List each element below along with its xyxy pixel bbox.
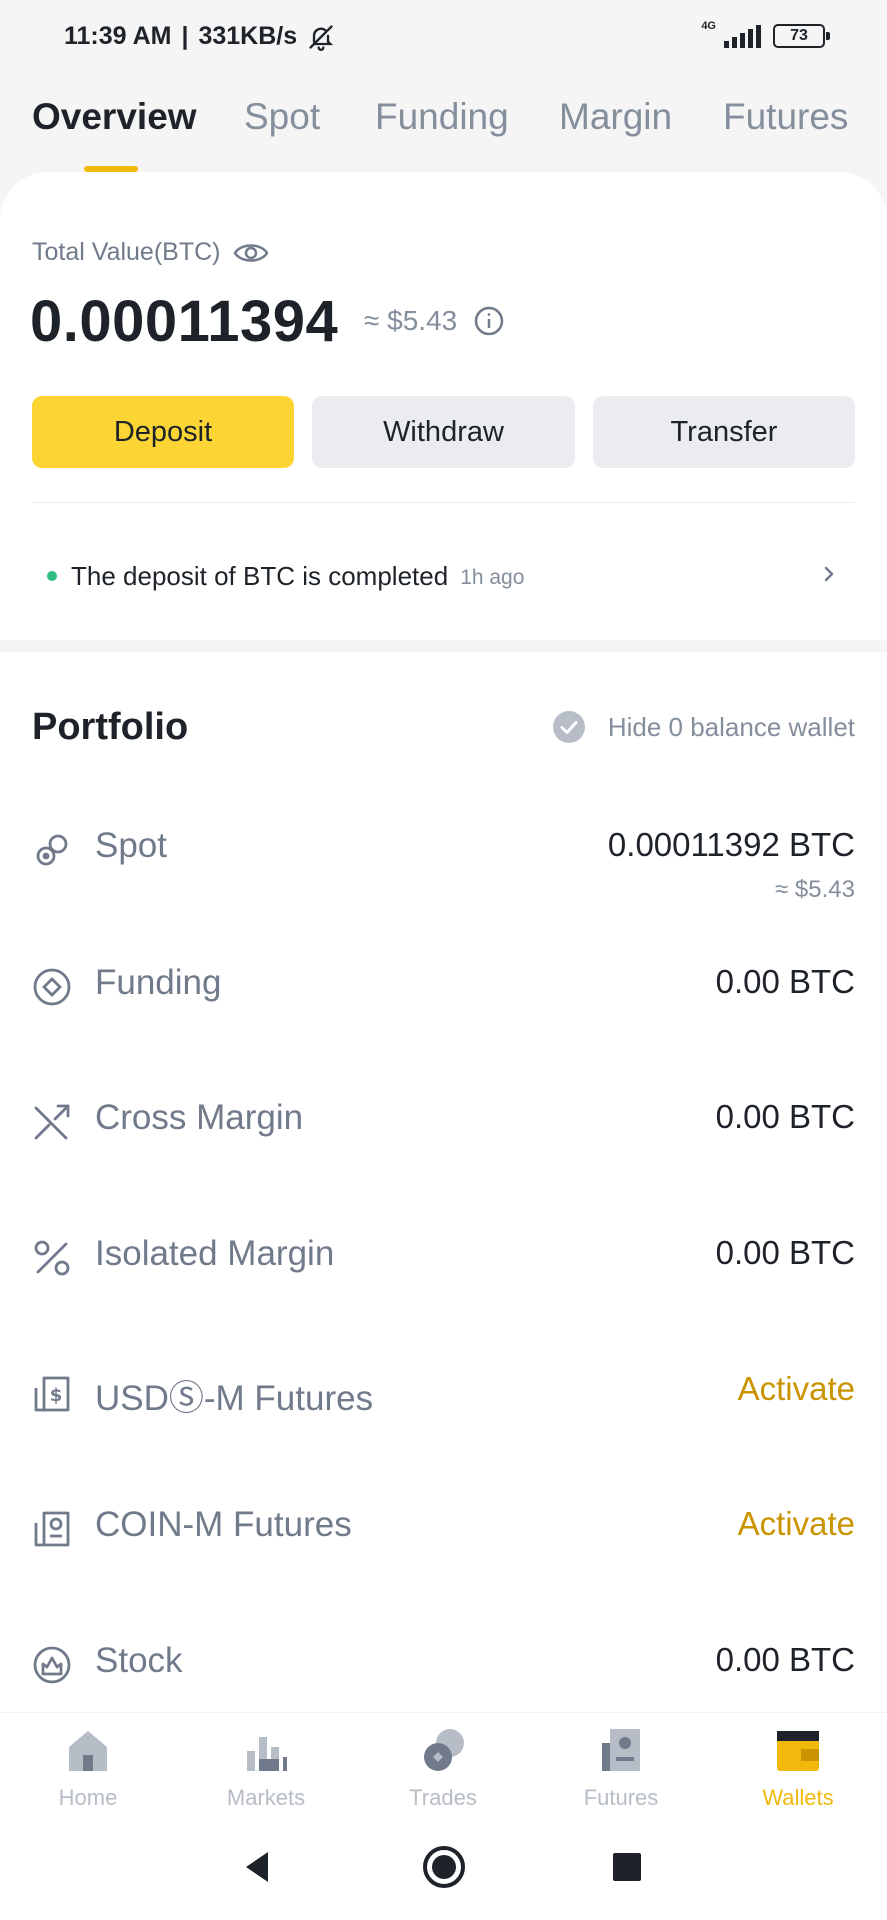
activate-usds-futures-link[interactable]: Activate xyxy=(738,1370,855,1408)
system-navigation xyxy=(0,1816,887,1920)
status-bar: 11:39 AM | 331KB/s 4G 73 xyxy=(0,0,887,80)
wallet-icon xyxy=(777,1731,819,1771)
notice-text: The deposit of BTC is completed xyxy=(71,560,449,591)
withdraw-button[interactable]: Withdraw xyxy=(312,396,575,468)
usds-futures-icon: $ xyxy=(34,1376,70,1412)
cross-margin-icon xyxy=(34,1104,70,1140)
transfer-button[interactable]: Transfer xyxy=(593,396,855,468)
portfolio-row-spot[interactable]: Spot 0.00011392 BTC ≈ $5.43 xyxy=(32,818,855,903)
total-value-usd: ≈ $5.43 xyxy=(364,305,505,337)
notice-time: 1h ago xyxy=(460,566,525,589)
status-left: 11:39 AM | 331KB/s xyxy=(64,22,335,51)
status-dot xyxy=(47,571,57,581)
portfolio-row-usds-futures[interactable]: $ USDⓈ-M Futures Activate xyxy=(32,1362,855,1422)
nav-home[interactable]: Home xyxy=(18,1723,158,1811)
portfolio-title: Portfolio xyxy=(32,706,189,748)
tab-margin[interactable]: Margin xyxy=(559,96,672,138)
svg-text:$: $ xyxy=(50,1385,63,1406)
home-icon xyxy=(69,1731,107,1771)
bell-off-icon xyxy=(309,24,334,51)
recents-icon[interactable] xyxy=(604,1844,650,1890)
divider xyxy=(32,502,855,503)
status-time: 11:39 AM xyxy=(64,22,172,50)
signal-icon xyxy=(724,24,761,48)
tab-futures[interactable]: Futures xyxy=(723,96,848,138)
check-circle-icon xyxy=(552,711,585,743)
funding-icon xyxy=(33,968,71,1006)
portfolio-row-cross-margin[interactable]: Cross Margin 0.00 BTC xyxy=(32,1090,855,1150)
tab-overview[interactable]: Overview xyxy=(32,96,197,138)
chevron-right-icon xyxy=(824,566,834,582)
nav-markets[interactable]: Markets xyxy=(196,1723,336,1811)
activate-coin-futures-link[interactable]: Activate xyxy=(738,1505,855,1543)
total-value-btc: 0.00011394 xyxy=(30,289,339,354)
deposit-notice[interactable]: The deposit of BTC is completed 1h ago xyxy=(32,558,855,594)
back-icon[interactable] xyxy=(234,1844,280,1890)
nav-trades[interactable]: Trades xyxy=(373,1723,513,1811)
tab-spot[interactable]: Spot xyxy=(244,96,320,138)
battery-icon: 73 xyxy=(773,24,830,48)
portfolio-row-funding[interactable]: Funding 0.00 BTC xyxy=(32,955,855,1015)
home-button-icon[interactable] xyxy=(421,1844,467,1890)
total-value-label: Total Value(BTC) xyxy=(32,238,269,267)
bottom-navigation: Home Markets Trades Futures Wallets xyxy=(0,1712,887,1816)
markets-icon xyxy=(247,1737,287,1771)
battery-level: 73 xyxy=(790,27,808,44)
portfolio-row-coin-futures[interactable]: COIN-M Futures Activate xyxy=(32,1497,855,1557)
portfolio-row-stock[interactable]: Stock 0.00 BTC xyxy=(32,1633,855,1693)
coin-futures-icon xyxy=(34,1511,70,1547)
eye-icon[interactable] xyxy=(233,240,269,266)
isolated-margin-icon xyxy=(34,1240,70,1276)
nav-wallets[interactable]: Wallets xyxy=(728,1723,868,1811)
stock-icon xyxy=(33,1646,71,1684)
status-speed: 331KB/s xyxy=(198,22,298,50)
info-icon[interactable] xyxy=(473,305,505,337)
futures-icon xyxy=(602,1729,640,1771)
wallet-tabs: Overview Spot Funding Margin Futures xyxy=(0,96,887,176)
portfolio-row-isolated-margin[interactable]: Isolated Margin 0.00 BTC xyxy=(32,1226,855,1286)
nav-futures[interactable]: Futures xyxy=(551,1723,691,1811)
tab-funding[interactable]: Funding xyxy=(375,96,509,138)
spot-icon xyxy=(36,834,68,866)
hide-zero-balance-toggle[interactable]: Hide 0 balance wallet xyxy=(552,710,855,744)
network-type: 4G xyxy=(701,20,716,32)
deposit-button[interactable]: Deposit xyxy=(32,396,294,468)
status-right: 4G 73 xyxy=(701,20,830,48)
trades-icon xyxy=(424,1729,464,1771)
